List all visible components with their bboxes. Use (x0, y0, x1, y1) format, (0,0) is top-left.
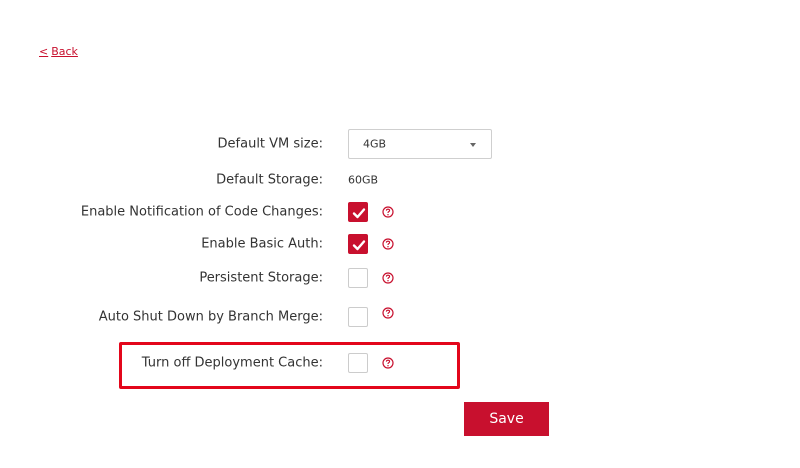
persistent-storage-row: Persistent Storage: (0, 261, 800, 295)
notify-code-changes-label: Enable Notification of Code Changes: (80, 204, 323, 220)
vm-size-row: Default VM size: 4GB (0, 127, 800, 161)
basic-auth-checkbox[interactable] (348, 234, 368, 254)
deployment-cache-checkbox[interactable] (348, 353, 368, 373)
vm-size-label: Default VM size: (217, 136, 323, 152)
back-chevron-icon: < (39, 45, 49, 58)
question-circle-icon[interactable] (382, 307, 394, 319)
storage-row: Default Storage: 60GB (0, 163, 800, 197)
checkmark-icon (352, 208, 366, 219)
storage-value: 60GB (348, 173, 379, 187)
basic-auth-row: Enable Basic Auth: (0, 227, 800, 261)
vm-size-select[interactable]: 4GB (348, 129, 492, 159)
caret-down-icon (470, 143, 476, 147)
question-circle-icon[interactable] (382, 206, 394, 218)
auto-shutdown-checkbox[interactable] (348, 307, 368, 327)
basic-auth-label: Enable Basic Auth: (201, 236, 323, 252)
persistent-storage-label: Persistent Storage: (199, 270, 323, 286)
deployment-cache-row: Turn off Deployment Cache: (0, 346, 800, 380)
settings-page: < Back Default VM size: 4GB Default Stora… (0, 0, 800, 468)
notify-code-changes-row: Enable Notification of Code Changes: (0, 195, 800, 229)
checkmark-icon (352, 240, 366, 251)
back-link-label: Back (51, 45, 78, 58)
save-button[interactable]: Save (464, 402, 549, 436)
deployment-cache-label: Turn off Deployment Cache: (141, 355, 323, 371)
notify-code-changes-checkbox[interactable] (348, 202, 368, 222)
question-circle-icon[interactable] (382, 272, 394, 284)
back-link[interactable]: < Back (39, 45, 78, 58)
question-circle-icon[interactable] (382, 238, 394, 250)
storage-label: Default Storage: (216, 172, 323, 188)
vm-size-value: 4GB (363, 137, 387, 151)
question-circle-icon[interactable] (382, 357, 394, 369)
auto-shutdown-label: Auto Shut Down by Branch Merge: (98, 309, 323, 325)
persistent-storage-checkbox[interactable] (348, 268, 368, 288)
auto-shutdown-row: Auto Shut Down by Branch Merge: (0, 300, 800, 334)
